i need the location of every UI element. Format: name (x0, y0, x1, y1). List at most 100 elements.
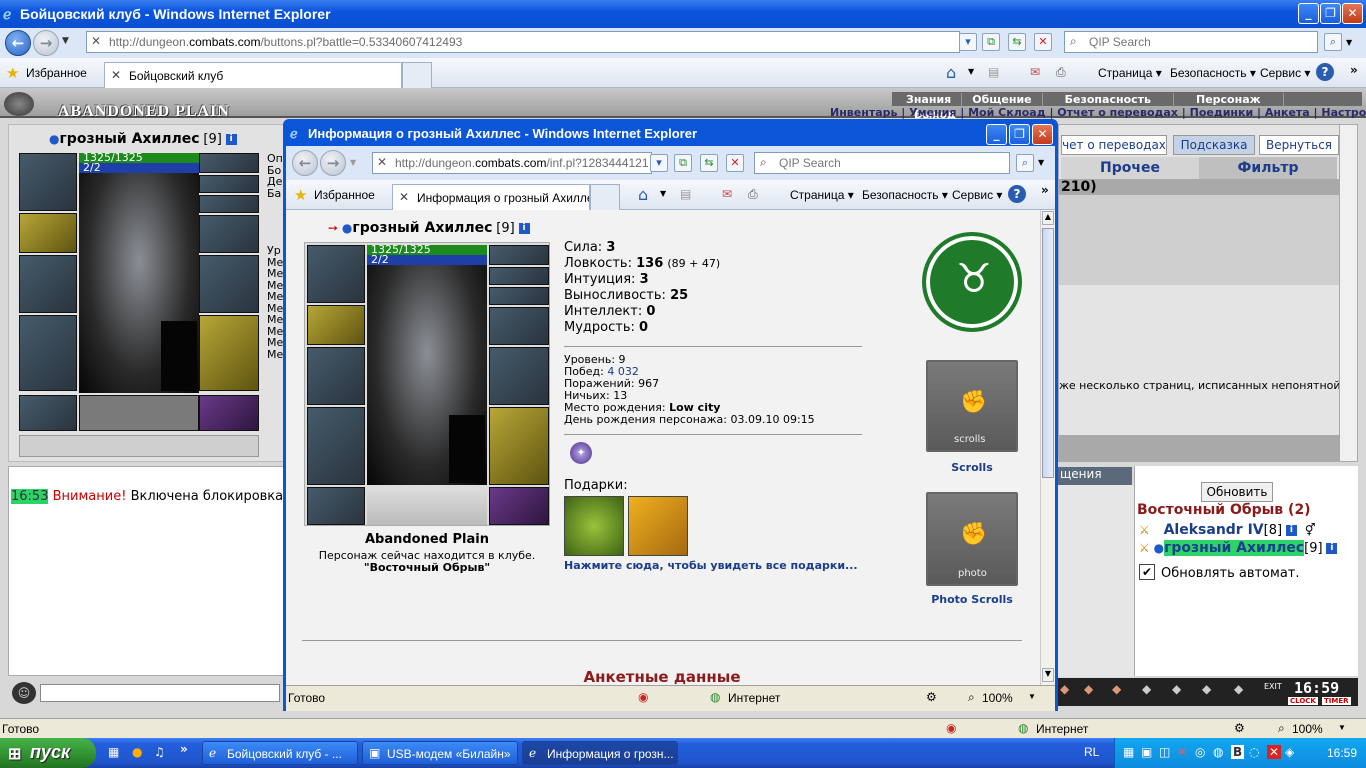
action-icon[interactable]: ◆ (1202, 682, 1211, 696)
page-menu[interactable]: Страница ▾ (1098, 66, 1162, 80)
help-icon[interactable]: ? (1008, 185, 1026, 203)
search-input[interactable]: ⌕ QIP Search (1064, 31, 1318, 53)
print-icon[interactable]: ⎙ (748, 187, 758, 202)
tab-game[interactable]: ✕ Бойцовский клуб (104, 62, 402, 88)
zoom-dropdown-icon[interactable]: ▼ (1028, 692, 1036, 701)
task-modem[interactable]: ▣ USB-модем «Билайн» (362, 741, 518, 765)
search-go-icon[interactable]: ⌕ (1324, 33, 1342, 51)
amulet-slot[interactable] (489, 267, 549, 285)
url-input[interactable]: ✕ http://dungeon.combats.com/buttons.pl?… (86, 31, 960, 53)
gifts-link[interactable]: Нажмите сюда, чтобы увидеть все подарки.… (564, 560, 858, 572)
popup-search-input[interactable]: ⌕ QIP Search (754, 152, 1010, 174)
scroll-down-icon[interactable]: ▼ (1042, 668, 1054, 682)
back-button[interactable]: ← (5, 30, 31, 56)
bracer-slot[interactable] (19, 213, 77, 253)
action-icon[interactable]: ◆ (1234, 682, 1243, 696)
popup-forward-button[interactable]: → (320, 150, 346, 176)
info-icon[interactable]: i (225, 134, 237, 145)
home-icon[interactable]: ⌂ (946, 63, 956, 82)
forward-button[interactable]: → (33, 30, 59, 56)
action-icon[interactable]: ◆ (1142, 682, 1151, 696)
compat-icon[interactable]: ⧉ (982, 33, 1000, 51)
minimize-button[interactable]: _ (1298, 3, 1319, 24)
security-menu[interactable]: Безопасность ▾ (1170, 66, 1256, 80)
quicklaunch-icon[interactable]: ● (132, 745, 142, 759)
popup-refresh-icon[interactable]: ⇆ (700, 154, 718, 172)
maximize-button[interactable]: ❐ (1320, 3, 1341, 24)
scrolls-link[interactable]: Scrolls (926, 462, 1018, 474)
popup-search-options-icon[interactable]: ▼ (1038, 158, 1044, 167)
badge-icon[interactable]: ✦ (570, 442, 592, 464)
popup-minimize-button[interactable]: _ (986, 124, 1007, 145)
armor-slot[interactable] (19, 315, 77, 391)
weapon-left-slot[interactable] (307, 347, 365, 405)
language-indicator[interactable]: RL (1084, 745, 1099, 759)
character-name[interactable]: грозный Ахиллес (59, 131, 199, 147)
privacy-icon[interactable]: ◉ (946, 721, 956, 735)
tray-icon[interactable]: ▣ (1141, 745, 1152, 759)
tray-icon[interactable]: ◈ (1285, 745, 1294, 759)
refresh-icon[interactable]: ⇆ (1008, 33, 1026, 51)
info-icon[interactable]: i (1285, 525, 1297, 536)
popup-new-tab-button[interactable] (590, 184, 620, 210)
clock-label[interactable]: CLOCK (1288, 697, 1318, 705)
rune-slots[interactable] (79, 395, 199, 431)
ring-slots[interactable] (489, 245, 549, 265)
weapon-left-slot[interactable] (19, 255, 77, 313)
info-icon[interactable]: i (1326, 543, 1338, 554)
scroll-slots[interactable] (199, 195, 259, 213)
action-icon[interactable]: ◆ (1060, 682, 1069, 696)
attack-icon[interactable]: ⚔ (1139, 523, 1150, 537)
photo-scrolls-link[interactable]: Photo Scrolls (918, 594, 1026, 606)
info-icon[interactable]: i (518, 223, 530, 234)
service-menu[interactable]: Сервис ▾ (1260, 66, 1310, 80)
popup-favorites-button[interactable]: Избранное (314, 188, 375, 202)
stop-icon[interactable]: ✕ (1034, 33, 1052, 51)
quicklaunch-icon[interactable]: ♫ (154, 745, 165, 759)
online-user[interactable]: ⚔ ●грозный Ахиллес[9] i (1139, 540, 1338, 556)
action-icon[interactable]: ◆ (1084, 682, 1093, 696)
help-icon[interactable]: ? (1316, 63, 1334, 81)
transfer-report-button[interactable]: чет о переводах (1061, 135, 1167, 155)
start-button[interactable]: ⊞ пуск (0, 738, 96, 768)
print-icon[interactable]: ⎙ (1056, 65, 1066, 80)
favorites-button[interactable]: Избранное (26, 66, 87, 80)
weapon-right-slot[interactable] (199, 255, 259, 313)
hint-button[interactable]: Подсказка (1173, 135, 1255, 155)
home-dropdown-icon[interactable]: ▼ (660, 189, 666, 198)
gloves-slot[interactable] (199, 215, 259, 253)
privacy-icon[interactable]: ◉ (638, 690, 648, 704)
online-user[interactable]: ⚔ Aleksandr IV[8] i ⚥ (1139, 522, 1316, 538)
search-options-icon[interactable]: ▼ (1346, 38, 1352, 47)
tab-filter[interactable]: Фильтр (1199, 157, 1337, 179)
belt-slot[interactable] (19, 395, 77, 431)
amulet-slot[interactable] (199, 175, 259, 193)
protected-mode-icon[interactable]: ⚙ (926, 690, 937, 704)
chat-input[interactable] (40, 684, 280, 702)
home-icon[interactable]: ⌂ (638, 185, 648, 204)
feeds-icon[interactable]: ▤ (680, 187, 691, 201)
attack-icon[interactable]: ⚔ (1139, 541, 1150, 555)
action-icon[interactable]: ◆ (1112, 682, 1121, 696)
popup-url-input[interactable]: ✕ http://dungeon.combats.com/inf.pl?1283… (372, 152, 652, 174)
url-dropdown-icon[interactable]: ▾ (959, 33, 977, 51)
legs-slot[interactable] (489, 407, 549, 485)
close-button[interactable]: ✕ (1342, 3, 1363, 24)
protected-mode-icon[interactable]: ⚙ (1234, 721, 1245, 735)
new-tab-button[interactable] (402, 62, 432, 88)
menu-communication[interactable]: Общение (962, 93, 1043, 107)
boots-slot[interactable] (489, 487, 549, 525)
game-sub-menu[interactable]: Инвентарь | Умения | Мой Склоад | Отчет … (830, 106, 1366, 119)
scroll-thumb[interactable] (1042, 228, 1054, 478)
photo-scrolls-banner[interactable]: ✊ photo (926, 492, 1018, 586)
popup-tab-info[interactable]: ✕ Информация о грозный Ахиллес (392, 184, 590, 210)
popup-security-menu[interactable]: Безопасность ▾ (862, 188, 948, 202)
tray-icon[interactable]: B (1231, 745, 1245, 759)
popup-compat-icon[interactable]: ⧉ (674, 154, 692, 172)
tray-icon[interactable]: ◌ (1249, 745, 1259, 759)
chat-tab[interactable]: щения (1058, 467, 1132, 485)
helmet-slot[interactable] (307, 245, 365, 303)
right-scrollbar[interactable] (1339, 125, 1357, 461)
tray-icon[interactable]: ▦ (1123, 745, 1134, 759)
scrolls-banner[interactable]: ✊ scrolls (926, 360, 1018, 452)
